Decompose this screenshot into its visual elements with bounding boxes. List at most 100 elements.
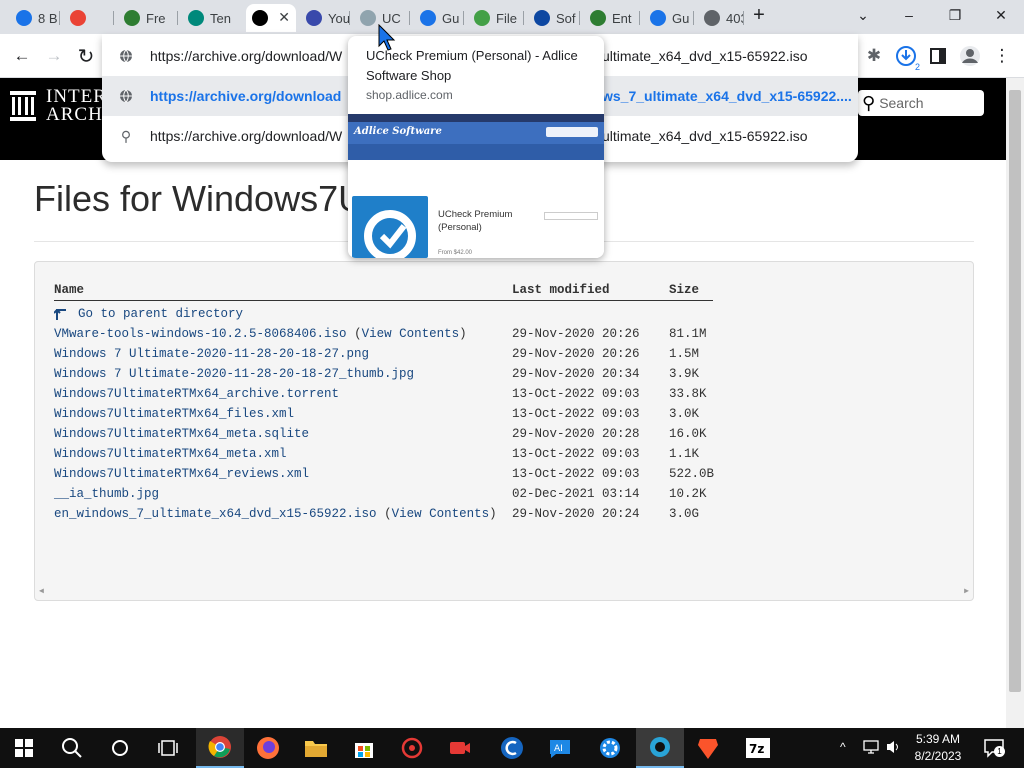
file-link[interactable]: Windows 7 Ultimate-2020-11-28-20-18-27_t… xyxy=(54,367,414,381)
column-header-size[interactable]: Size xyxy=(669,283,699,297)
suggestion-text: https://archive.org/download/W xyxy=(150,128,343,144)
file-link[interactable]: Windows 7 Ultimate-2020-11-28-20-18-27.p… xyxy=(54,347,369,361)
store-taskbar-app[interactable] xyxy=(340,728,388,768)
tab[interactable]: 403 xyxy=(698,4,744,32)
file-explorer-taskbar-app[interactable] xyxy=(292,728,340,768)
file-name-cell: Windows 7 Ultimate-2020-11-28-20-18-27.p… xyxy=(54,347,369,361)
profile-button[interactable] xyxy=(958,44,982,68)
tab-label: Sof xyxy=(556,10,576,26)
brave-taskbar-app[interactable] xyxy=(684,728,732,768)
tab[interactable]: Ten xyxy=(182,4,242,32)
task-view-button[interactable] xyxy=(144,728,192,768)
tab[interactable]: Ent xyxy=(584,4,640,32)
forward-button[interactable]: → xyxy=(42,44,66,68)
hover-card-title: UCheck Premium (Personal) - Adlice Softw… xyxy=(366,48,578,83)
download-icon xyxy=(896,46,916,66)
file-link[interactable]: Windows7UltimateRTMx64_reviews.xml xyxy=(54,467,309,481)
svg-text:7z: 7z xyxy=(749,742,764,756)
tab[interactable]: Fre xyxy=(118,4,178,32)
new-tab-button[interactable]: + xyxy=(744,0,774,30)
system-tray-chevron-icon[interactable]: ^ xyxy=(840,740,846,754)
thumb-product-name: UCheck Premium (Personal) xyxy=(438,209,513,233)
tab[interactable]: ✕ xyxy=(246,4,296,32)
ccleaner-taskbar-app[interactable] xyxy=(488,728,536,768)
file-link[interactable]: Windows7UltimateRTMx64_archive.torrent xyxy=(54,387,339,401)
paren-open: ( xyxy=(346,327,362,341)
file-date-cell: 29-Nov-2020 20:24 xyxy=(512,507,640,521)
horizontal-scrollbar[interactable]: ◀ ▶ xyxy=(35,586,973,600)
tab[interactable]: Gu xyxy=(644,4,694,32)
file-link[interactable]: VMware-tools-windows-10.2.5-8068406.iso xyxy=(54,327,347,341)
tab[interactable] xyxy=(64,4,114,32)
cortana-button[interactable] xyxy=(96,728,144,768)
file-link[interactable]: Windows7UltimateRTMx64_meta.sqlite xyxy=(54,427,309,441)
tab-label: File xyxy=(496,10,517,26)
tab-favicon-icon xyxy=(474,10,490,26)
site-search-input[interactable]: ⚲ Search xyxy=(858,90,984,116)
file-link[interactable]: Windows7UltimateRTMx64_files.xml xyxy=(54,407,294,421)
shield-icon xyxy=(401,737,423,759)
side-panel-button[interactable] xyxy=(926,44,950,68)
file-date-cell: 13-Oct-2022 09:03 xyxy=(512,407,640,421)
downloads-button[interactable]: 2 xyxy=(894,44,920,72)
view-contents-link[interactable]: View Contents xyxy=(392,507,490,521)
globe-icon xyxy=(102,49,150,63)
tab-label: You xyxy=(328,10,350,26)
tab-hover-card: UCheck Premium (Personal) - Adlice Softw… xyxy=(348,36,604,258)
scroll-right-icon[interactable]: ▶ xyxy=(964,586,969,596)
tab[interactable]: 8 B xyxy=(10,4,60,32)
settings-taskbar-app[interactable] xyxy=(586,728,634,768)
view-contents-link[interactable]: View Contents xyxy=(362,327,460,341)
file-size-cell: 3.9K xyxy=(669,367,700,381)
7zip-taskbar-app[interactable]: 7z xyxy=(734,728,782,768)
tab-search-button[interactable]: ⌄ xyxy=(840,0,886,30)
tab[interactable]: You xyxy=(300,4,350,32)
menu-button[interactable]: ⋮ xyxy=(990,44,1014,68)
search-taskbar-button[interactable] xyxy=(48,728,96,768)
system-clock[interactable]: 5:39 AM 8/2/2023 xyxy=(906,731,970,765)
extensions-icon[interactable]: ✱ xyxy=(862,44,886,68)
vertical-scrollbar[interactable] xyxy=(1006,78,1024,728)
close-window-button[interactable]: ✕ xyxy=(978,0,1024,30)
chrome-taskbar-app[interactable] xyxy=(196,728,244,768)
file-link[interactable]: en_windows_7_ultimate_x64_dvd_x15-65922.… xyxy=(54,507,377,521)
start-button[interactable] xyxy=(0,728,48,768)
notification-button[interactable]: 1 xyxy=(984,738,1005,763)
internet-archive-logo[interactable]: INTER ARCHI xyxy=(10,87,110,124)
network-icon[interactable] xyxy=(862,739,880,760)
firefox-taskbar-app[interactable] xyxy=(244,728,292,768)
active-taskbar-app[interactable] xyxy=(636,728,684,768)
tab-favicon-icon xyxy=(590,10,606,26)
parent-directory-link[interactable]: Go to parent directory xyxy=(78,307,243,321)
mouse-cursor-icon xyxy=(378,24,396,51)
file-link[interactable]: Windows7UltimateRTMx64_meta.xml xyxy=(54,447,287,461)
maximize-button[interactable]: ❐ xyxy=(932,0,978,30)
tab[interactable]: Sof xyxy=(528,4,580,32)
ccleaner-icon xyxy=(501,737,523,759)
file-date-cell: 29-Nov-2020 20:26 xyxy=(512,347,640,361)
app-taskbar-red[interactable] xyxy=(388,728,436,768)
scrollbar-thumb[interactable] xyxy=(1009,90,1021,692)
globe-icon xyxy=(102,89,150,103)
file-link[interactable]: __ia_thumb.jpg xyxy=(54,487,159,501)
file-size-cell: 81.1M xyxy=(669,327,707,341)
recorder-taskbar-app[interactable] xyxy=(436,728,484,768)
column-header-modified[interactable]: Last modified xyxy=(512,283,610,297)
tab-favicon-icon xyxy=(360,10,376,26)
minimize-button[interactable]: – xyxy=(886,0,932,30)
back-button[interactable]: ← xyxy=(10,44,34,68)
tab[interactable]: Gu xyxy=(414,4,464,32)
ai-taskbar-app[interactable]: AI xyxy=(536,728,584,768)
volume-icon[interactable] xyxy=(886,739,902,760)
file-name-cell: Windows7UltimateRTMx64_meta.sqlite xyxy=(54,427,309,441)
reload-button[interactable]: ↻ xyxy=(74,44,98,68)
column-header-name[interactable]: Name xyxy=(54,283,84,297)
tab[interactable]: File xyxy=(468,4,524,32)
close-tab-icon[interactable]: ✕ xyxy=(278,9,290,26)
file-row: Windows 7 Ultimate-2020-11-28-20-18-27.p… xyxy=(35,347,973,367)
hover-card-domain: shop.adlice.com xyxy=(366,88,453,102)
parent-directory-row[interactable]: Go to parent directory xyxy=(35,307,973,327)
scroll-left-icon[interactable]: ◀ xyxy=(39,586,44,596)
file-row: Windows7UltimateRTMx64_files.xml 13-Oct-2… xyxy=(35,407,973,427)
file-date-cell: 02-Dec-2021 03:14 xyxy=(512,487,640,501)
